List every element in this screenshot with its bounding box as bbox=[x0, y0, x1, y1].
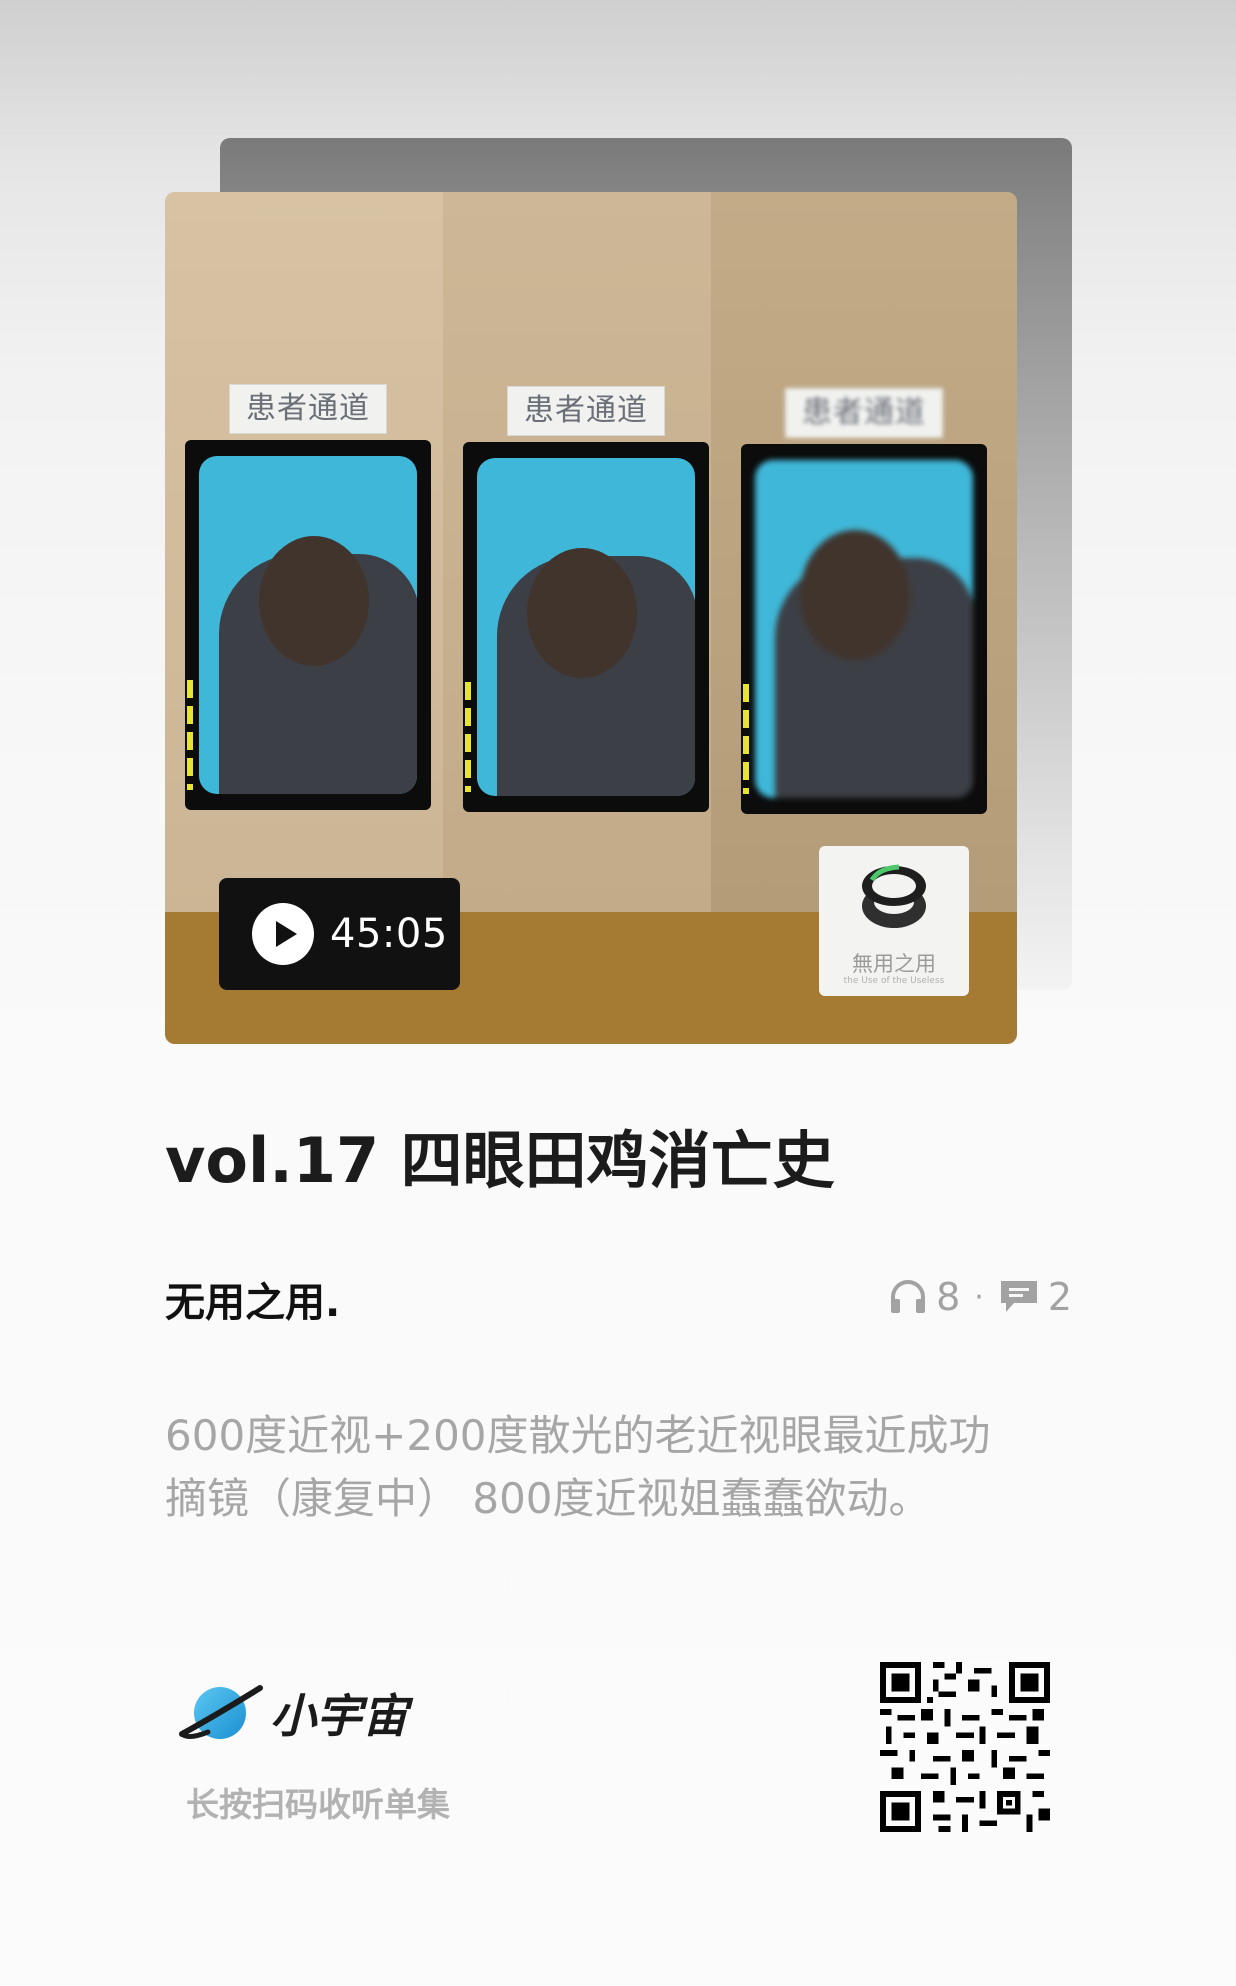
cover-sign: 患者通道 bbox=[507, 386, 665, 436]
logo-name: 無用之用 bbox=[852, 952, 936, 976]
cover-window-frame bbox=[463, 442, 709, 812]
ring-logo-icon bbox=[862, 864, 926, 928]
qr-code[interactable] bbox=[880, 1662, 1050, 1832]
play-icon bbox=[252, 903, 314, 965]
podcast-author[interactable]: 无用之用. bbox=[165, 1270, 340, 1328]
logo-subtitle: the Use of the Useless bbox=[843, 976, 945, 986]
cover-sign: 患者通道 bbox=[785, 388, 943, 438]
description-line: 摘镜（康复中） 800度近视姐蠢蠢欲动。 bbox=[165, 1474, 931, 1523]
comment-icon bbox=[1000, 1281, 1037, 1312]
play-button[interactable]: 45:05 bbox=[219, 878, 460, 990]
description-line: 600度近视+200度散光的老近视眼最近成功 bbox=[165, 1411, 991, 1460]
app-brand: 小宇宙 bbox=[178, 1678, 408, 1748]
cover-sign: 患者通道 bbox=[229, 384, 387, 434]
comment-count: 2 bbox=[1047, 1275, 1072, 1319]
cover-window-frame bbox=[741, 444, 987, 814]
episode-duration: 45:05 bbox=[330, 911, 448, 957]
brand-name: 小宇宙 bbox=[270, 1689, 408, 1743]
scan-hint: 长按扫码收听单集 bbox=[186, 1785, 450, 1824]
listen-count: 8 bbox=[936, 1275, 961, 1319]
planet-logo-icon bbox=[179, 1685, 263, 1740]
episode-stats: 8 · 2 bbox=[888, 1272, 1072, 1322]
episode-description: 600度近视+200度散光的老近视眼最近成功 摘镜（康复中） 800度近视姐蠢蠢… bbox=[165, 1404, 1085, 1530]
headphones-icon bbox=[891, 1280, 926, 1313]
podcast-logo: 無用之用 the Use of the Useless bbox=[819, 846, 969, 996]
episode-title: vol.17 四眼田鸡消亡史 bbox=[165, 1124, 835, 1197]
separator-dot: · bbox=[974, 1279, 984, 1315]
cover-window-frame bbox=[185, 440, 431, 810]
